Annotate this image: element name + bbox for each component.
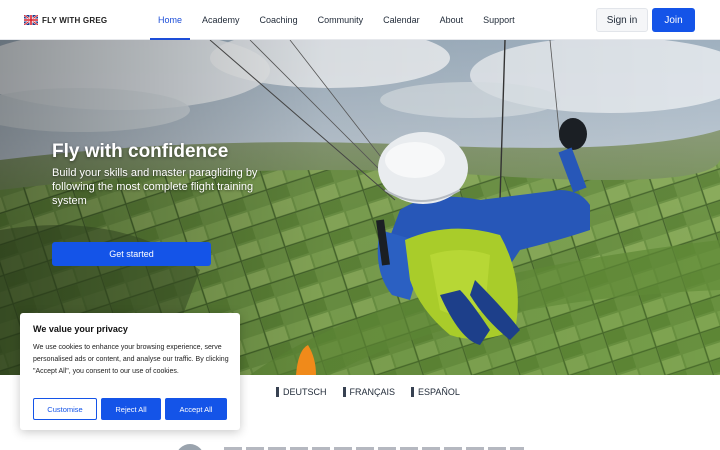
brand-flag-icon — [24, 15, 38, 25]
brand-name: FLY WITH GREG — [42, 15, 108, 25]
lang-label: FRANÇAIS — [349, 387, 396, 397]
lang-marker-icon — [411, 387, 415, 397]
lang-marker-icon — [342, 387, 346, 397]
lang-link-espanol[interactable]: ESPAÑOL — [411, 387, 460, 397]
nav-item-support[interactable]: Support — [473, 0, 525, 40]
nav-item-home[interactable]: Home — [148, 0, 192, 40]
reject-all-button[interactable]: Reject All — [101, 398, 161, 420]
lang-link-deutsch[interactable]: DEUTSCH — [276, 387, 327, 397]
accept-all-button[interactable]: Accept All — [165, 398, 227, 420]
cookie-title: We value your privacy — [33, 324, 128, 334]
nav-item-community[interactable]: Community — [308, 0, 374, 40]
get-started-button[interactable]: Get started — [52, 242, 211, 266]
main-nav: Home Academy Coaching Community Calendar… — [148, 0, 525, 40]
hero-title: Fly with confidence — [52, 141, 229, 162]
join-button[interactable]: Join — [652, 8, 695, 32]
customise-button[interactable]: Customise — [33, 398, 97, 420]
below-fold-content — [176, 444, 536, 450]
site-header: FLY WITH GREG Home Academy Coaching Comm… — [0, 0, 720, 40]
cookie-consent-panel: We value your privacy We use cookies to … — [20, 313, 240, 430]
avatar — [176, 444, 204, 450]
lang-marker-icon — [276, 387, 279, 397]
hero-subtitle: Build your skills and master paragliding… — [52, 167, 258, 207]
brand-logo[interactable]: FLY WITH GREG — [24, 13, 107, 27]
sign-in-button[interactable]: Sign in — [596, 8, 648, 32]
nav-item-academy[interactable]: Academy — [192, 0, 250, 40]
language-links: DEUTSCH FRANÇAIS ESPAÑOL — [276, 387, 460, 397]
lang-label: ESPAÑOL — [418, 387, 460, 397]
nav-item-calendar[interactable]: Calendar — [373, 0, 430, 40]
lang-label: DEUTSCH — [283, 387, 327, 397]
cookie-description: We use cookies to enhance your browsing … — [33, 344, 229, 375]
lang-link-francais[interactable]: FRANÇAIS — [342, 387, 396, 397]
nav-item-coaching[interactable]: Coaching — [250, 0, 308, 40]
nav-item-about[interactable]: About — [430, 0, 474, 40]
